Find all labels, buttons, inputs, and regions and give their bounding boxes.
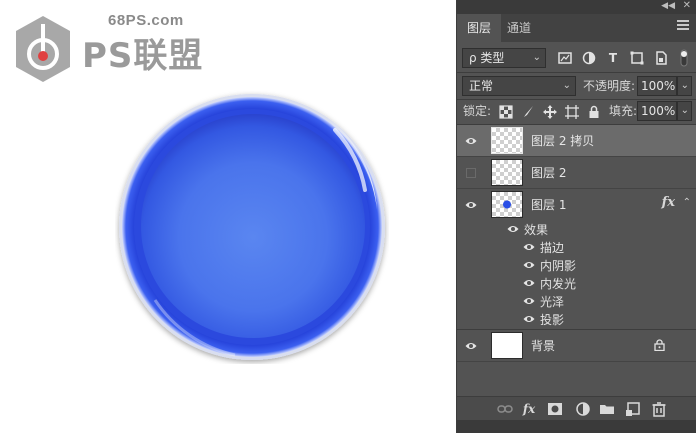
panel-menu-icon[interactable] <box>677 20 689 32</box>
close-icon[interactable]: ✕ <box>683 0 691 11</box>
filter-shape-icon[interactable] <box>630 51 644 65</box>
watermark-brand: PS联盟 <box>82 36 204 76</box>
opacity-input[interactable]: 100% <box>637 76 677 96</box>
filter-toggle-icon[interactable] <box>679 49 689 67</box>
filter-kind-dropdown[interactable]: ρ 类型 ⌄ <box>462 48 546 68</box>
layer-effects-icon[interactable]: fx <box>662 195 675 210</box>
lock-icon <box>654 339 665 351</box>
new-group-icon[interactable] <box>599 401 615 417</box>
watermark-url: 68PS.com <box>108 12 184 29</box>
eye-icon[interactable] <box>507 224 519 234</box>
blend-row: 正常 ⌄ 不透明度: 100% ⌄ <box>457 75 696 97</box>
add-layer-style-icon[interactable]: fx <box>521 401 537 417</box>
opacity-label: 不透明度: <box>583 79 636 93</box>
eye-icon[interactable] <box>523 260 535 270</box>
blend-mode-dropdown[interactable]: 正常 ⌄ <box>462 76 576 96</box>
eye-icon[interactable] <box>523 278 535 288</box>
layer-thumbnail <box>491 127 523 154</box>
fill-dropdown[interactable]: ⌄ <box>677 101 692 121</box>
layer-thumbnail <box>491 159 523 186</box>
photoshop-window: 68PS.com PS联盟 ◀◀ ✕ 图层 通道 ρ 类型 ⌄ T 正常 ⌄ 不… <box>0 0 696 433</box>
lock-transparent-pixels-icon[interactable] <box>499 105 513 119</box>
lock-row: 锁定: 填充: 100% ⌄ <box>457 100 696 122</box>
eye-icon[interactable] <box>465 341 477 351</box>
divider <box>457 72 696 73</box>
watermark-hexagon-icon <box>16 16 70 82</box>
layers-bottom-toolbar: fx <box>457 396 696 420</box>
effect-item[interactable]: 光泽 <box>457 292 696 310</box>
effect-item[interactable]: 投影 <box>457 310 696 328</box>
effect-item[interactable]: 内发光 <box>457 274 696 292</box>
effects-label: 效果 <box>524 223 549 237</box>
effect-inner-shadow-label: 内阴影 <box>540 259 577 273</box>
add-mask-icon[interactable] <box>547 401 563 417</box>
layer-name: 图层 2 <box>531 166 567 180</box>
layer-row-layer1[interactable]: 图层 1 fx ⌃ <box>457 189 696 221</box>
layer-row-background[interactable]: 背景 <box>457 330 696 362</box>
lock-label: 锁定: <box>463 104 492 118</box>
eye-icon[interactable] <box>523 296 535 306</box>
effect-item[interactable]: 描边 <box>457 238 696 256</box>
eye-icon[interactable] <box>523 314 535 324</box>
chevron-down-icon: ⌄ <box>680 80 689 91</box>
layers-panel: ◀◀ ✕ 图层 通道 ρ 类型 ⌄ T 正常 ⌄ 不透明度: 100% ⌄ 锁定… <box>456 0 696 433</box>
layer-row-layer2[interactable]: 图层 2 <box>457 157 696 189</box>
blend-mode-value: 正常 <box>469 79 494 93</box>
eye-icon[interactable] <box>465 200 477 210</box>
blue-glass-button <box>119 94 385 360</box>
chevron-down-icon: ⌄ <box>532 52 541 63</box>
layer-name: 图层 2 拷贝 <box>531 134 595 148</box>
layer-thumbnail <box>491 332 523 359</box>
tab-channels[interactable]: 通道 <box>497 14 541 42</box>
effect-stroke-label: 描边 <box>540 241 565 255</box>
filter-adjustment-icon[interactable] <box>582 51 596 65</box>
effect-inner-glow-label: 内发光 <box>540 277 577 291</box>
lock-artboard-icon[interactable] <box>565 105 579 119</box>
layer-name: 图层 1 <box>531 198 567 212</box>
delete-layer-icon[interactable] <box>651 401 667 417</box>
filter-smart-object-icon[interactable] <box>654 51 668 65</box>
effect-drop-shadow-label: 投影 <box>540 313 565 327</box>
layer-row-layer2-copy[interactable]: 图层 2 拷贝 <box>457 125 696 157</box>
link-layers-icon[interactable] <box>497 401 513 417</box>
visibility-toggle-empty[interactable] <box>466 168 476 178</box>
new-adjustment-layer-icon[interactable] <box>575 401 591 417</box>
collapse-icon[interactable]: ◀◀ <box>661 1 675 11</box>
chevron-up-icon[interactable]: ⌃ <box>683 197 691 208</box>
layer-name: 背景 <box>531 339 556 353</box>
filter-kind-label: ρ 类型 <box>469 51 505 65</box>
panel-bottom-edge <box>457 420 696 433</box>
chevron-down-icon: ⌄ <box>562 80 571 91</box>
filter-pixel-icon[interactable] <box>558 51 572 65</box>
lock-image-pixels-icon[interactable] <box>521 105 535 119</box>
opacity-dropdown[interactable]: ⌄ <box>677 76 692 96</box>
watermark-logo: 68PS.com PS联盟 <box>12 10 212 86</box>
layer-thumbnail-dot <box>503 200 511 209</box>
panel-tab-bar: 图层 通道 <box>457 14 696 42</box>
lock-all-icon[interactable] <box>587 105 601 119</box>
effects-header[interactable]: 效果 <box>457 220 696 238</box>
fill-label: 填充: <box>609 104 638 118</box>
effect-satin-label: 光泽 <box>540 295 565 309</box>
layer-thumbnail <box>491 191 523 218</box>
filter-row: ρ 类型 ⌄ T <box>457 46 696 70</box>
panel-title-bar: ◀◀ ✕ <box>457 0 696 14</box>
chevron-down-icon: ⌄ <box>680 105 689 116</box>
eye-icon[interactable] <box>523 242 535 252</box>
filter-type-icon[interactable]: T <box>606 51 620 65</box>
fill-input[interactable]: 100% <box>637 101 677 121</box>
new-layer-icon[interactable] <box>625 401 641 417</box>
lock-position-icon[interactable] <box>543 105 557 119</box>
tab-layers[interactable]: 图层 <box>457 14 502 42</box>
eye-icon[interactable] <box>465 136 477 146</box>
effect-item[interactable]: 内阴影 <box>457 256 696 274</box>
document-canvas[interactable]: 68PS.com PS联盟 <box>0 0 455 433</box>
